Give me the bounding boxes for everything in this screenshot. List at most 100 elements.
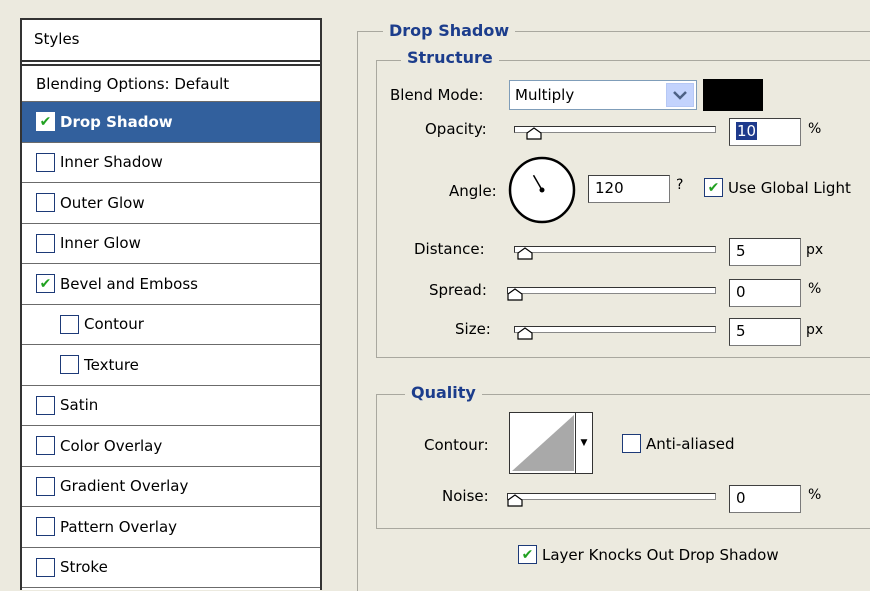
slider-thumb-icon[interactable]: [526, 127, 542, 140]
angle-input-value: 120: [595, 179, 624, 197]
style-item-bevel-and-emboss[interactable]: ✔ Bevel and Emboss: [22, 264, 320, 305]
checkbox-icon[interactable]: [36, 193, 55, 213]
spread-slider[interactable]: [507, 281, 716, 311]
layer-knocks-out-label: Layer Knocks Out Drop Shadow: [542, 545, 779, 564]
style-item-contour[interactable]: Contour: [22, 304, 320, 345]
style-item-label: Inner Glow: [60, 234, 141, 253]
opacity-input-value: 10: [736, 122, 758, 140]
style-item-label: Stroke: [60, 558, 108, 577]
size-unit: px: [806, 322, 824, 338]
quality-title: Quality: [405, 383, 482, 402]
style-item-label: Gradient Overlay: [60, 477, 189, 496]
noise-unit: %: [808, 487, 822, 503]
check-icon[interactable]: ✔: [36, 112, 55, 132]
opacity-slider[interactable]: [514, 120, 716, 150]
check-icon[interactable]: ✔: [36, 274, 55, 294]
style-item-label: Contour: [84, 315, 144, 334]
style-item-drop-shadow[interactable]: ✔ Drop Shadow: [22, 102, 320, 143]
style-item-gradient-overlay[interactable]: Gradient Overlay: [22, 466, 320, 507]
style-item-satin[interactable]: Satin: [22, 385, 320, 426]
checkbox-icon[interactable]: [36, 233, 55, 253]
slider-thumb-icon[interactable]: [507, 494, 523, 507]
opacity-slider-track: [514, 126, 716, 133]
style-item-inner-glow[interactable]: Inner Glow: [22, 223, 320, 264]
checkbox-icon[interactable]: [36, 436, 55, 456]
angle-dial[interactable]: [508, 156, 576, 228]
style-item-label: Pattern Overlay: [60, 517, 178, 536]
chevron-down-icon[interactable]: [666, 83, 694, 107]
structure-title: Structure: [401, 48, 499, 67]
opacity-label: Opacity:: [425, 120, 487, 138]
style-item-label: Drop Shadow: [60, 112, 173, 131]
angle-label: Angle:: [449, 182, 497, 200]
distance-input[interactable]: 5: [729, 238, 801, 266]
styles-header[interactable]: Styles: [22, 20, 320, 62]
check-icon: ✔: [518, 545, 537, 564]
size-input-value: 5: [736, 322, 746, 340]
style-item-color-overlay[interactable]: Color Overlay: [22, 426, 320, 467]
angle-input[interactable]: 120: [588, 175, 670, 203]
shadow-color-swatch[interactable]: [703, 79, 763, 111]
checkbox-icon[interactable]: [36, 557, 55, 577]
blend-mode-label: Blend Mode:: [390, 86, 484, 104]
spread-label: Spread:: [429, 281, 487, 299]
size-input[interactable]: 5: [729, 318, 801, 346]
anti-aliased-checkbox[interactable]: Anti-aliased: [622, 434, 735, 453]
styles-panel: Styles Blending Options: Default ✔ Drop S…: [20, 18, 322, 590]
style-item-label: Bevel and Emboss: [60, 274, 198, 293]
checkbox-icon[interactable]: [36, 476, 55, 496]
angle-dial-icon: [508, 156, 576, 224]
opacity-input[interactable]: 10: [729, 118, 801, 146]
checkbox-icon[interactable]: [36, 517, 55, 537]
noise-slider-track: [507, 493, 716, 500]
spread-input[interactable]: 0: [729, 279, 801, 307]
style-item-outer-glow[interactable]: Outer Glow: [22, 183, 320, 224]
anti-aliased-label: Anti-aliased: [646, 434, 735, 453]
noise-input[interactable]: 0: [729, 485, 801, 513]
noise-label: Noise:: [442, 487, 489, 505]
checkbox-icon[interactable]: [60, 355, 79, 375]
spread-slider-track: [507, 287, 716, 294]
blending-options-label: Blending Options: Default: [36, 74, 230, 93]
checkbox-icon[interactable]: [36, 395, 55, 415]
checkbox-icon: [622, 434, 641, 453]
style-item-label: Outer Glow: [60, 193, 145, 212]
layer-knocks-out-checkbox[interactable]: ✔ Layer Knocks Out Drop Shadow: [518, 545, 779, 564]
contour-preview[interactable]: ▼: [509, 412, 593, 474]
blend-mode-select[interactable]: Multiply: [509, 80, 697, 110]
size-slider-track: [514, 326, 716, 333]
style-item-inner-shadow[interactable]: Inner Shadow: [22, 142, 320, 183]
distance-slider[interactable]: [514, 240, 716, 270]
drop-shadow-title: Drop Shadow: [383, 21, 516, 40]
style-item-stroke[interactable]: Stroke: [22, 547, 320, 588]
distance-unit: px: [806, 242, 824, 258]
slider-thumb-icon[interactable]: [517, 247, 533, 260]
use-global-light-checkbox[interactable]: ✔ Use Global Light: [704, 178, 851, 197]
checkbox-icon[interactable]: [36, 152, 55, 172]
distance-input-value: 5: [736, 242, 746, 260]
size-label: Size:: [455, 320, 491, 338]
style-item-pattern-overlay[interactable]: Pattern Overlay: [22, 507, 320, 548]
contour-label: Contour:: [424, 436, 489, 454]
blend-mode-value: Multiply: [515, 86, 575, 104]
style-item-texture[interactable]: Texture: [22, 345, 320, 386]
spread-input-value: 0: [736, 283, 746, 301]
styles-header-label: Styles: [34, 30, 80, 48]
chevron-down-icon[interactable]: ▼: [575, 413, 592, 473]
noise-input-value: 0: [736, 489, 746, 507]
size-slider[interactable]: [514, 320, 716, 350]
use-global-light-label: Use Global Light: [728, 178, 851, 197]
spread-unit: %: [808, 281, 822, 297]
style-item-label: Color Overlay: [60, 436, 163, 455]
slider-thumb-icon[interactable]: [507, 288, 523, 301]
distance-label: Distance:: [414, 240, 485, 258]
contour-curve-icon: [512, 415, 574, 471]
noise-slider[interactable]: [507, 487, 716, 517]
distance-slider-track: [514, 246, 716, 253]
blending-options-item[interactable]: Blending Options: Default: [22, 66, 320, 102]
checkbox-icon[interactable]: [60, 314, 79, 334]
style-items: ✔ Drop Shadow Inner Shadow Outer Glow Inner …: [22, 102, 320, 588]
slider-thumb-icon[interactable]: [517, 327, 533, 340]
opacity-unit: %: [808, 121, 822, 137]
style-item-label: Satin: [60, 396, 99, 415]
